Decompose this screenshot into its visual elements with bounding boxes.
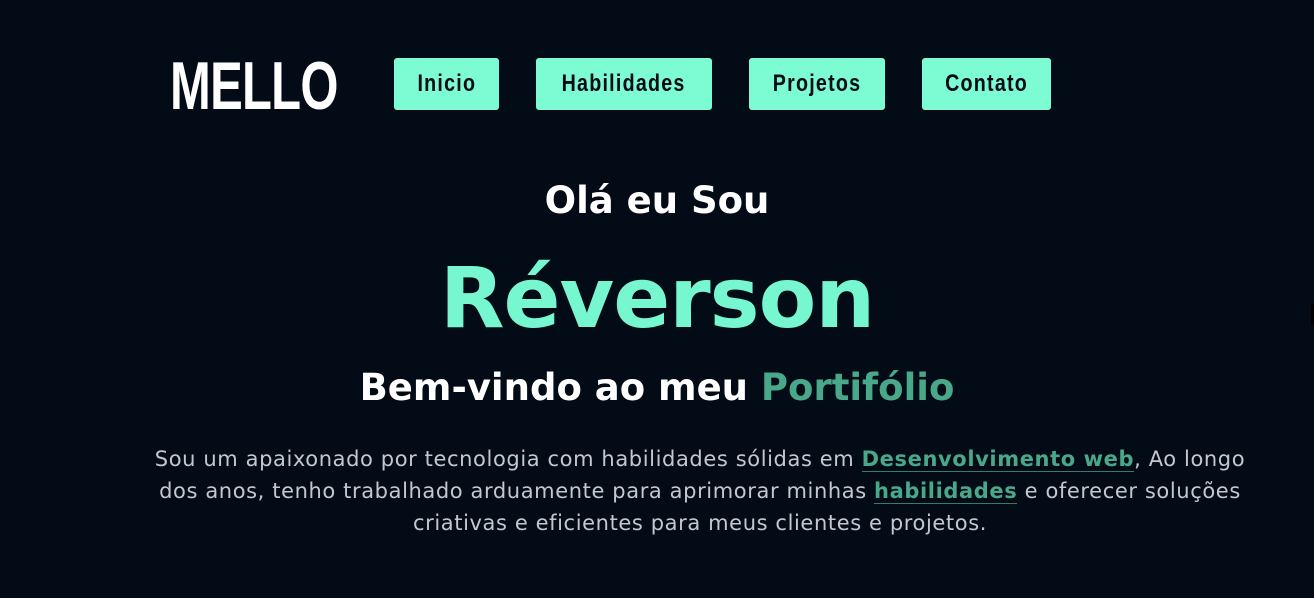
web-development-link[interactable]: Desenvolvimento web xyxy=(861,447,1135,472)
site-logo[interactable]: MELLO xyxy=(170,48,338,124)
hero-welcome: Bem-vindo ao meu Portifólio xyxy=(0,362,1314,414)
nav-button-inicio[interactable]: Inicio xyxy=(394,58,499,110)
hero-greeting: Olá eu Sou xyxy=(544,179,770,222)
hero-description: Sou um apaixonado por tecnologia com hab… xyxy=(150,443,1250,539)
nav-button-label: Habilidades xyxy=(562,70,686,97)
hero-name: Réverson xyxy=(439,249,875,347)
nav-button-label: Contato xyxy=(945,70,1028,97)
hero-welcome-accent: Portifólio xyxy=(760,366,955,409)
nav-button-habilidades[interactable]: Habilidades xyxy=(536,58,712,110)
skills-link[interactable]: habilidades xyxy=(874,479,1018,504)
nav-button-label: Projetos xyxy=(772,70,862,97)
hero-text-part1: Sou um apaixonado por tecnologia com hab… xyxy=(154,447,862,471)
nav-button-contato[interactable]: Contato xyxy=(922,58,1051,110)
nav-button-label: Inicio xyxy=(417,70,476,97)
nav-button-projetos[interactable]: Projetos xyxy=(749,58,885,110)
hero-welcome-prefix: Bem-vindo ao meu xyxy=(359,366,749,409)
